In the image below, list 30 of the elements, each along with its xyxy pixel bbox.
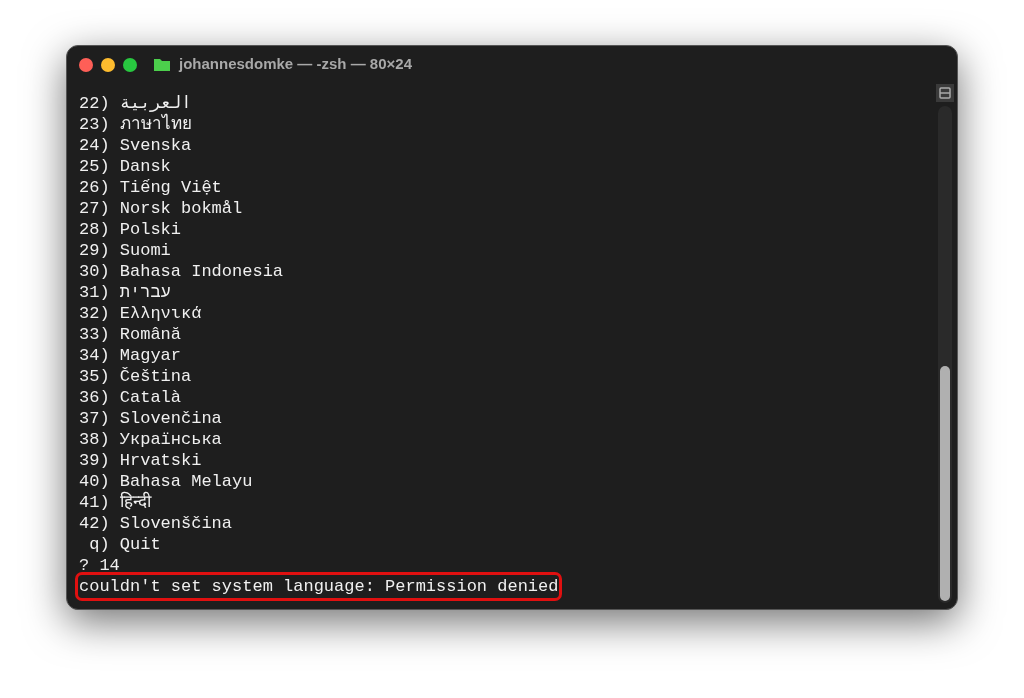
terminal-line: ? 14 [79, 555, 120, 576]
terminal-line: 35) Čeština [79, 366, 192, 387]
terminal-line: 30) Bahasa Indonesia [79, 261, 284, 282]
minimize-button[interactable] [101, 57, 115, 72]
terminal-line: 31) עברית [79, 282, 171, 303]
terminal-line: 33) Română [79, 324, 182, 345]
close-button[interactable] [79, 57, 93, 72]
window-title: johannesdomke — -zsh — 80×24 [179, 54, 412, 75]
terminal-line: 27) Norsk bokmål [79, 198, 243, 219]
zoom-button[interactable] [123, 57, 137, 72]
terminal-line: 36) Català [79, 387, 182, 408]
terminal-line: 42) Slovenščina [79, 513, 233, 534]
terminal-line: 25) Dansk [79, 156, 171, 177]
terminal-line: 41) हिन्दी [79, 492, 151, 513]
terminal-line: q) Quit [88, 534, 161, 555]
terminal-line: 23) ภาษาไทย [79, 114, 192, 135]
folder-icon [153, 57, 171, 72]
split-view-icon[interactable] [936, 84, 954, 102]
terminal-line: 38) Українська [79, 429, 222, 450]
terminal-line: 24) Svenska [79, 135, 192, 156]
terminal-line: 28) Polski [79, 219, 182, 240]
terminal-line: 37) Slovenčina [79, 408, 222, 429]
terminal-line: 34) Magyar [79, 345, 182, 366]
terminal-line: 39) Hrvatski [79, 450, 202, 471]
scrollbar[interactable] [938, 106, 952, 603]
terminal-line: 26) Tiếng Việt [79, 177, 222, 198]
terminal-line: 29) Suomi [79, 240, 171, 261]
terminal-line: 22) العربية [79, 93, 192, 114]
terminal-line: 32) Ελληνικά [79, 303, 202, 324]
terminal-line: 40) Bahasa Melayu [79, 471, 253, 491]
